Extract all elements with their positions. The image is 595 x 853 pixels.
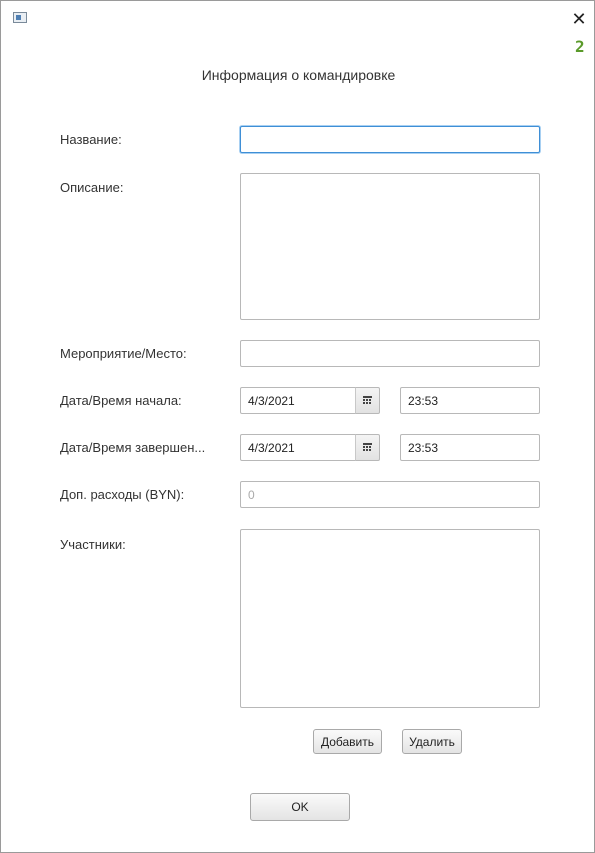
end-date-input[interactable]: 4/3/2021: [240, 434, 356, 461]
window-app-icon: [13, 12, 27, 23]
dialog-window: ✕ 2 Информация о командировке Название: …: [0, 0, 595, 853]
expenses-label: Доп. расходы (BYN):: [60, 487, 185, 502]
dialog-title: Информация о командировке: [201, 67, 396, 83]
start-date-input[interactable]: 4/3/2021: [240, 387, 356, 414]
start-time-input[interactable]: 23:53: [400, 387, 540, 414]
side-indicator-glyph: 2: [575, 37, 585, 56]
remove-participant-button[interactable]: Удалить: [402, 729, 462, 754]
event-place-input[interactable]: [240, 340, 540, 367]
start-datetime-label: Дата/Время начала:: [60, 393, 182, 408]
description-textarea[interactable]: [240, 173, 540, 320]
event-place-label: Мероприятие/Место:: [60, 346, 187, 361]
description-label: Описание:: [60, 180, 124, 195]
end-datetime-label: Дата/Время завершен...: [60, 440, 206, 455]
name-input[interactable]: [240, 126, 540, 153]
end-time-input[interactable]: 23:53: [400, 434, 540, 461]
participants-list[interactable]: [240, 529, 540, 708]
start-date-picker-button[interactable]: [355, 387, 380, 414]
ok-button[interactable]: OK: [250, 793, 350, 821]
calendar-icon: [363, 396, 372, 405]
expenses-input[interactable]: 0: [240, 481, 540, 508]
end-date-picker-button[interactable]: [355, 434, 380, 461]
participants-label: Участники:: [60, 537, 126, 552]
close-button[interactable]: ✕: [569, 9, 589, 29]
add-participant-button[interactable]: Добавить: [313, 729, 382, 754]
calendar-icon: [363, 443, 372, 452]
name-label: Название:: [60, 132, 122, 147]
